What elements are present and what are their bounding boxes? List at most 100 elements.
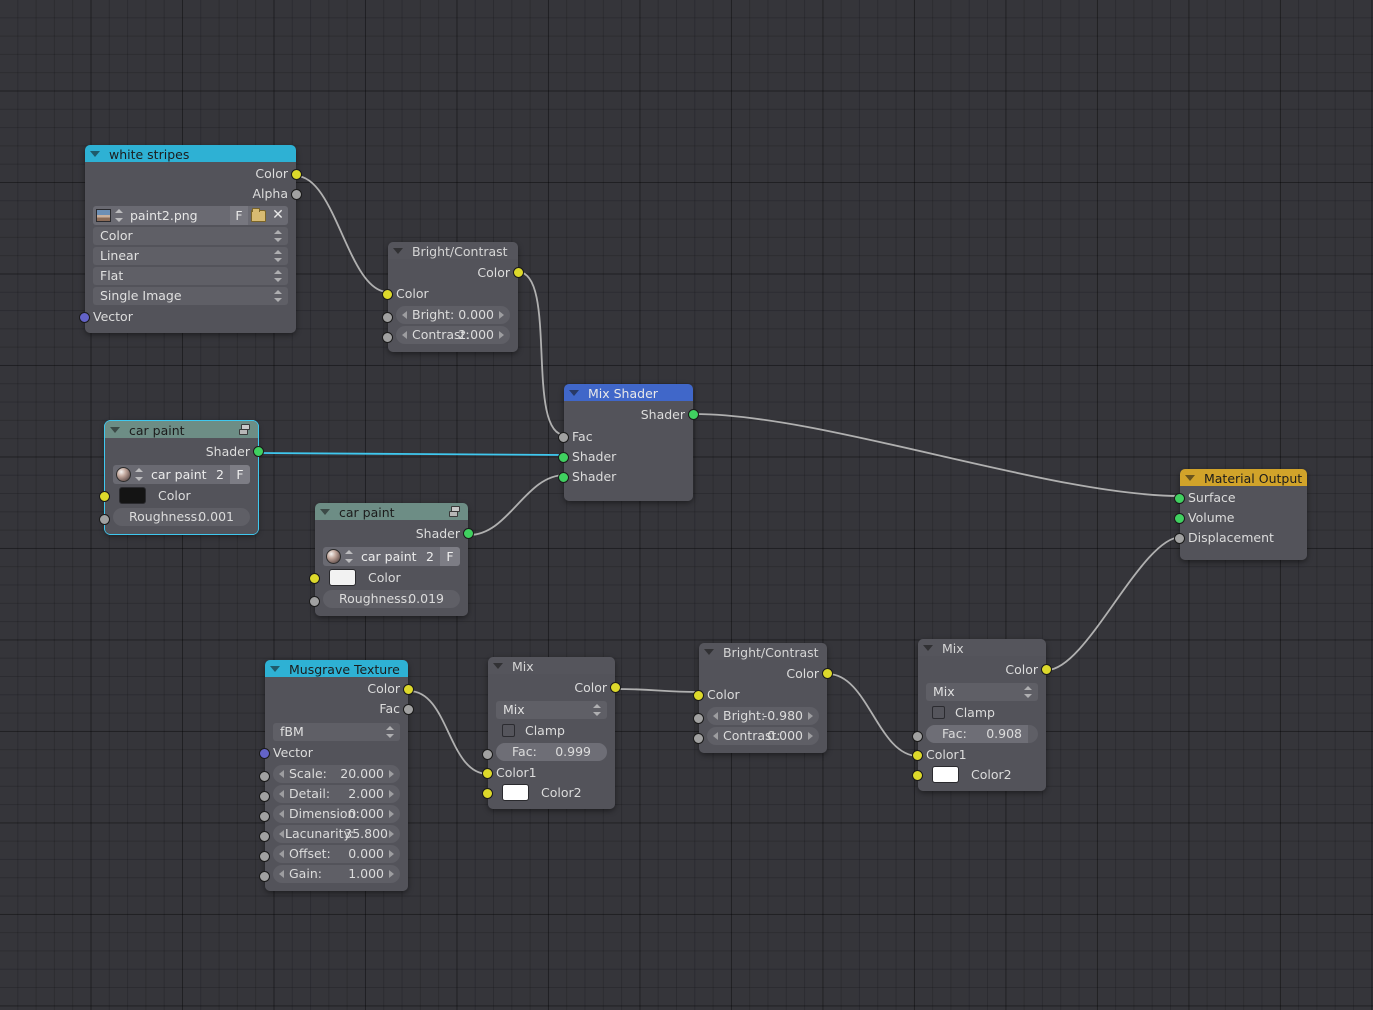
input-socket-lacunarity[interactable] bbox=[259, 831, 270, 842]
value-fac[interactable]: Fac: 0.999 bbox=[496, 743, 607, 761]
collapse-triangle-icon[interactable] bbox=[493, 662, 503, 669]
input-socket-scale[interactable] bbox=[259, 771, 270, 782]
collapse-triangle-icon[interactable] bbox=[270, 665, 280, 672]
color-swatch[interactable] bbox=[502, 784, 529, 801]
increment-arrow-icon[interactable] bbox=[389, 870, 394, 878]
image-icon[interactable] bbox=[93, 206, 113, 225]
collapse-triangle-icon[interactable] bbox=[1185, 474, 1195, 481]
output-socket-alpha[interactable] bbox=[291, 189, 302, 200]
decrement-arrow-icon[interactable] bbox=[279, 830, 284, 838]
clamp-checkbox[interactable] bbox=[502, 724, 515, 737]
clamp-checkbox[interactable] bbox=[932, 706, 945, 719]
browse-image-stepper[interactable] bbox=[113, 206, 124, 225]
value-offset[interactable]: Offset: 0.000 bbox=[273, 845, 400, 863]
decrement-arrow-icon[interactable] bbox=[279, 870, 284, 878]
material-name-field[interactable]: car paint bbox=[144, 465, 210, 484]
select-color-space[interactable]: Color bbox=[93, 227, 288, 245]
input-socket-vector[interactable] bbox=[259, 748, 270, 759]
chevron-updown-icon[interactable] bbox=[386, 725, 394, 739]
value-fac[interactable]: Fac: 0.908 bbox=[926, 725, 1038, 743]
browse-material-stepper[interactable] bbox=[343, 547, 354, 566]
material-users-count[interactable]: 2 bbox=[420, 547, 440, 566]
input-socket-color[interactable] bbox=[693, 690, 704, 701]
decrement-arrow-icon[interactable] bbox=[402, 331, 407, 339]
fake-user-button[interactable]: F bbox=[230, 206, 248, 225]
chevron-updown-icon[interactable] bbox=[274, 289, 282, 303]
select-blend-mode[interactable]: Mix bbox=[496, 701, 607, 719]
node-header[interactable]: car paint bbox=[105, 421, 258, 438]
material-name-field[interactable]: car paint bbox=[354, 547, 420, 566]
select-interpolation[interactable]: Linear bbox=[93, 247, 288, 265]
node-car-paint-1[interactable]: car paint Shader car paint 2 F Color Rou… bbox=[99, 420, 264, 535]
select-projection[interactable]: Flat bbox=[93, 267, 288, 285]
chevron-updown-icon[interactable] bbox=[274, 249, 282, 263]
input-socket-gain[interactable] bbox=[259, 871, 270, 882]
collapse-triangle-icon[interactable] bbox=[704, 648, 714, 655]
node-material-output[interactable]: Material Output Surface Volume Displacem… bbox=[1174, 469, 1307, 560]
checkbox-clamp-row[interactable]: Clamp bbox=[488, 721, 615, 741]
value-lacunarity[interactable]: Lacunarity: 35.800 bbox=[273, 825, 400, 843]
input-socket-color1[interactable] bbox=[912, 750, 923, 761]
collapse-triangle-icon[interactable] bbox=[320, 508, 330, 515]
node-header[interactable]: Mix Shader bbox=[564, 384, 693, 401]
node-mix-1[interactable]: Mix Color Mix Clamp Fac: 0.999 Color1 Co… bbox=[482, 657, 621, 809]
output-socket-shader[interactable] bbox=[463, 528, 474, 539]
color-swatch[interactable] bbox=[329, 569, 356, 586]
value-scale[interactable]: Scale: 20.000 bbox=[273, 765, 400, 783]
folder-icon[interactable] bbox=[248, 206, 268, 225]
collapse-triangle-icon[interactable] bbox=[110, 426, 120, 433]
collapse-triangle-icon[interactable] bbox=[90, 150, 100, 157]
decrement-arrow-icon[interactable] bbox=[279, 770, 284, 778]
select-source[interactable]: Single Image bbox=[93, 287, 288, 305]
output-socket-shader[interactable] bbox=[253, 446, 264, 457]
output-socket-color[interactable] bbox=[822, 668, 833, 679]
increment-arrow-icon[interactable] bbox=[499, 311, 504, 319]
input-socket-bright[interactable] bbox=[382, 312, 393, 323]
value-detail[interactable]: Detail: 2.000 bbox=[273, 785, 400, 803]
value-bright[interactable]: Bright: 0.000 bbox=[396, 306, 510, 324]
chevron-updown-icon[interactable] bbox=[274, 269, 282, 283]
node-bright-contrast-1[interactable]: Bright/Contrast Color Color Bright: 0.00… bbox=[382, 242, 524, 352]
node-header[interactable]: Mix bbox=[918, 639, 1046, 656]
value-bright[interactable]: Bright: -0.980 bbox=[707, 707, 819, 725]
value-contrast[interactable]: Contrast: 0.000 bbox=[707, 727, 819, 745]
input-socket-fac[interactable] bbox=[558, 432, 569, 443]
node-car-paint-2[interactable]: car paint Shader car paint 2 F Color Rou… bbox=[309, 503, 474, 616]
color-swatch[interactable] bbox=[932, 766, 959, 783]
collapse-triangle-icon[interactable] bbox=[569, 389, 579, 396]
increment-arrow-icon[interactable] bbox=[389, 770, 394, 778]
decrement-arrow-icon[interactable] bbox=[402, 311, 407, 319]
input-socket-detail[interactable] bbox=[259, 791, 270, 802]
duplicate-icon[interactable] bbox=[239, 424, 252, 436]
increment-arrow-icon[interactable] bbox=[389, 850, 394, 858]
material-datablock-row[interactable]: car paint 2 F bbox=[113, 465, 250, 484]
close-icon[interactable]: ✕ bbox=[268, 206, 288, 225]
node-header[interactable]: Mix bbox=[488, 657, 615, 674]
input-socket-offset[interactable] bbox=[259, 851, 270, 862]
decrement-arrow-icon[interactable] bbox=[713, 732, 718, 740]
input-socket-fac[interactable] bbox=[482, 749, 493, 760]
input-socket-color1[interactable] bbox=[482, 768, 493, 779]
input-socket-displacement[interactable] bbox=[1174, 533, 1185, 544]
decrement-arrow-icon[interactable] bbox=[279, 810, 284, 818]
decrement-arrow-icon[interactable] bbox=[279, 790, 284, 798]
decrement-arrow-icon[interactable] bbox=[713, 712, 718, 720]
output-socket-color[interactable] bbox=[291, 169, 302, 180]
node-header[interactable]: Musgrave Texture bbox=[265, 660, 408, 677]
input-socket-shader-1[interactable] bbox=[558, 452, 569, 463]
fake-user-button[interactable]: F bbox=[230, 465, 250, 484]
value-roughness[interactable]: Roughness: 0.019 bbox=[323, 590, 460, 608]
input-socket-bright[interactable] bbox=[693, 713, 704, 724]
value-roughness[interactable]: Roughness: 0.001 bbox=[113, 508, 250, 526]
image-datablock-row[interactable]: paint2.png F ✕ bbox=[93, 206, 288, 225]
input-socket-surface[interactable] bbox=[1174, 493, 1185, 504]
node-header[interactable]: white stripes bbox=[85, 145, 296, 162]
node-white-stripes[interactable]: white stripes Color Alpha paint2.png F ✕… bbox=[79, 145, 302, 333]
collapse-triangle-icon[interactable] bbox=[393, 247, 403, 254]
chevron-updown-icon[interactable] bbox=[274, 229, 282, 243]
fake-user-button[interactable]: F bbox=[440, 547, 460, 566]
output-socket-color[interactable] bbox=[1041, 664, 1052, 675]
input-socket-vector[interactable] bbox=[79, 312, 90, 323]
input-socket-contrast[interactable] bbox=[382, 332, 393, 343]
node-musgrave-texture[interactable]: Musgrave Texture Color Fac fBM Vector Sc… bbox=[259, 660, 414, 891]
